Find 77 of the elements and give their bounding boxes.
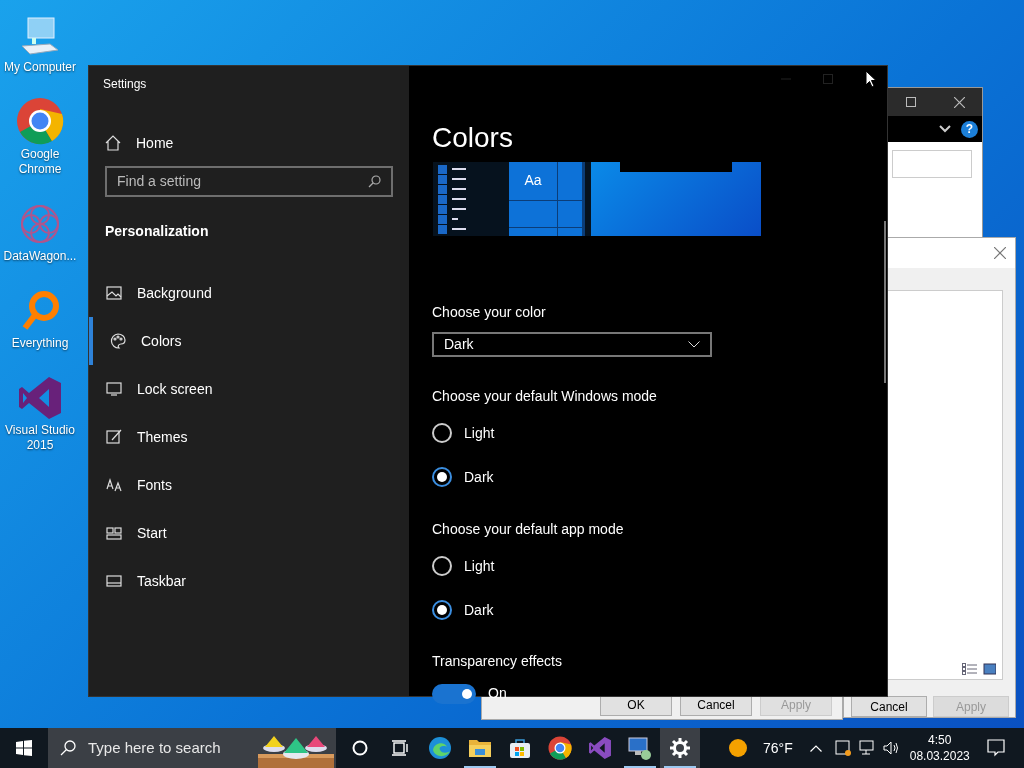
- close-icon[interactable]: [954, 96, 965, 108]
- radio-label: Dark: [464, 467, 494, 487]
- wave-logo-icon: [428, 736, 452, 760]
- temperature[interactable]: 76°F: [763, 737, 793, 759]
- start-tile: [558, 201, 582, 227]
- monitor-icon: [106, 381, 122, 397]
- nav-item[interactable]: Themes: [89, 413, 393, 461]
- search-icon: [60, 740, 76, 756]
- chevron-down-icon[interactable]: [939, 125, 951, 133]
- radio-button[interactable]: [432, 467, 452, 487]
- group-label: Choose your default app mode: [432, 520, 625, 539]
- nav-item[interactable]: Background: [89, 269, 393, 317]
- sync-icon[interactable]: [834, 740, 851, 756]
- chevron-down-icon: [688, 341, 700, 348]
- nav-item[interactable]: Lock screen: [89, 365, 393, 413]
- nav-item[interactable]: Colors: [89, 317, 393, 365]
- search-field[interactable]: Find a setting: [105, 166, 393, 197]
- nav-item[interactable]: Taskbar: [89, 557, 393, 605]
- taskbar-search-field[interactable]: Type here to search: [48, 728, 336, 768]
- speaker-icon[interactable]: [882, 740, 899, 756]
- picture-icon: [106, 285, 122, 301]
- close-icon[interactable]: [994, 246, 1006, 259]
- field-label: Choose your color: [432, 303, 547, 322]
- tile-label: Aa: [509, 162, 557, 200]
- folder-icon: [468, 737, 492, 759]
- dialog-button[interactable]: Cancel: [851, 696, 927, 717]
- computer-icon: [20, 16, 60, 58]
- task-view-icon: [391, 740, 409, 756]
- scrollbar[interactable]: [884, 221, 886, 383]
- font-icon: [106, 477, 122, 493]
- home-icon: [105, 135, 121, 151]
- radio-button[interactable]: [432, 423, 452, 443]
- maximize-icon[interactable]: [906, 97, 916, 107]
- page-heading: Colors: [432, 121, 514, 155]
- infinity-logo-icon: [588, 736, 612, 760]
- cursor-icon: [865, 70, 877, 88]
- toggle-state: On: [488, 684, 507, 703]
- palette-icon: [110, 333, 126, 349]
- nav-item[interactable]: Start: [89, 509, 393, 557]
- clock[interactable]: 4:50 08.03.2023: [909, 732, 970, 764]
- chevron-up-icon[interactable]: [809, 744, 822, 752]
- toggle-switch[interactable]: [432, 683, 476, 704]
- color-dropdown[interactable]: Dark: [432, 332, 712, 357]
- view-toggle-icon[interactable]: [962, 663, 996, 675]
- home-link[interactable]: Home: [105, 133, 393, 153]
- section-heading: Personalization: [105, 222, 210, 241]
- sun-icon: [728, 738, 748, 758]
- start-tile: [509, 201, 557, 227]
- nav-item[interactable]: Fonts: [89, 461, 393, 509]
- start-grid-icon: [106, 525, 122, 541]
- desktop-icon-label[interactable]: Visual Studio 2015: [0, 423, 80, 453]
- radio-button[interactable]: [432, 600, 452, 620]
- radio-button[interactable]: [432, 556, 452, 576]
- settings-icon: [670, 738, 690, 758]
- remote-desktop-icon: [627, 736, 653, 760]
- taskbar-icon: [106, 573, 122, 589]
- text-field[interactable]: [892, 150, 972, 178]
- search-icon: [368, 175, 381, 188]
- taskbar-app-button[interactable]: [660, 728, 700, 768]
- infinity-logo-icon: [17, 375, 63, 421]
- radio-label: Light: [464, 423, 495, 443]
- window-title: Settings: [103, 76, 148, 93]
- radio-label: Light: [464, 556, 495, 576]
- start-tile: [558, 162, 582, 200]
- windows-logo-icon: [16, 740, 32, 756]
- start-list-drawing: [438, 164, 466, 234]
- circle-icon: [352, 740, 368, 756]
- group-label: Choose your default Windows mode: [432, 387, 658, 406]
- brush-icon: [106, 429, 122, 445]
- network-icon[interactable]: [858, 740, 875, 756]
- notification-icon[interactable]: [986, 739, 1005, 757]
- chrome-icon: [16, 97, 64, 145]
- help-button[interactable]: ?: [961, 120, 978, 138]
- toggle-label: Transparency effects: [432, 652, 563, 671]
- chrome-icon: [548, 736, 572, 760]
- radio-label: Dark: [464, 600, 494, 620]
- shopping-bag-icon: [509, 737, 531, 759]
